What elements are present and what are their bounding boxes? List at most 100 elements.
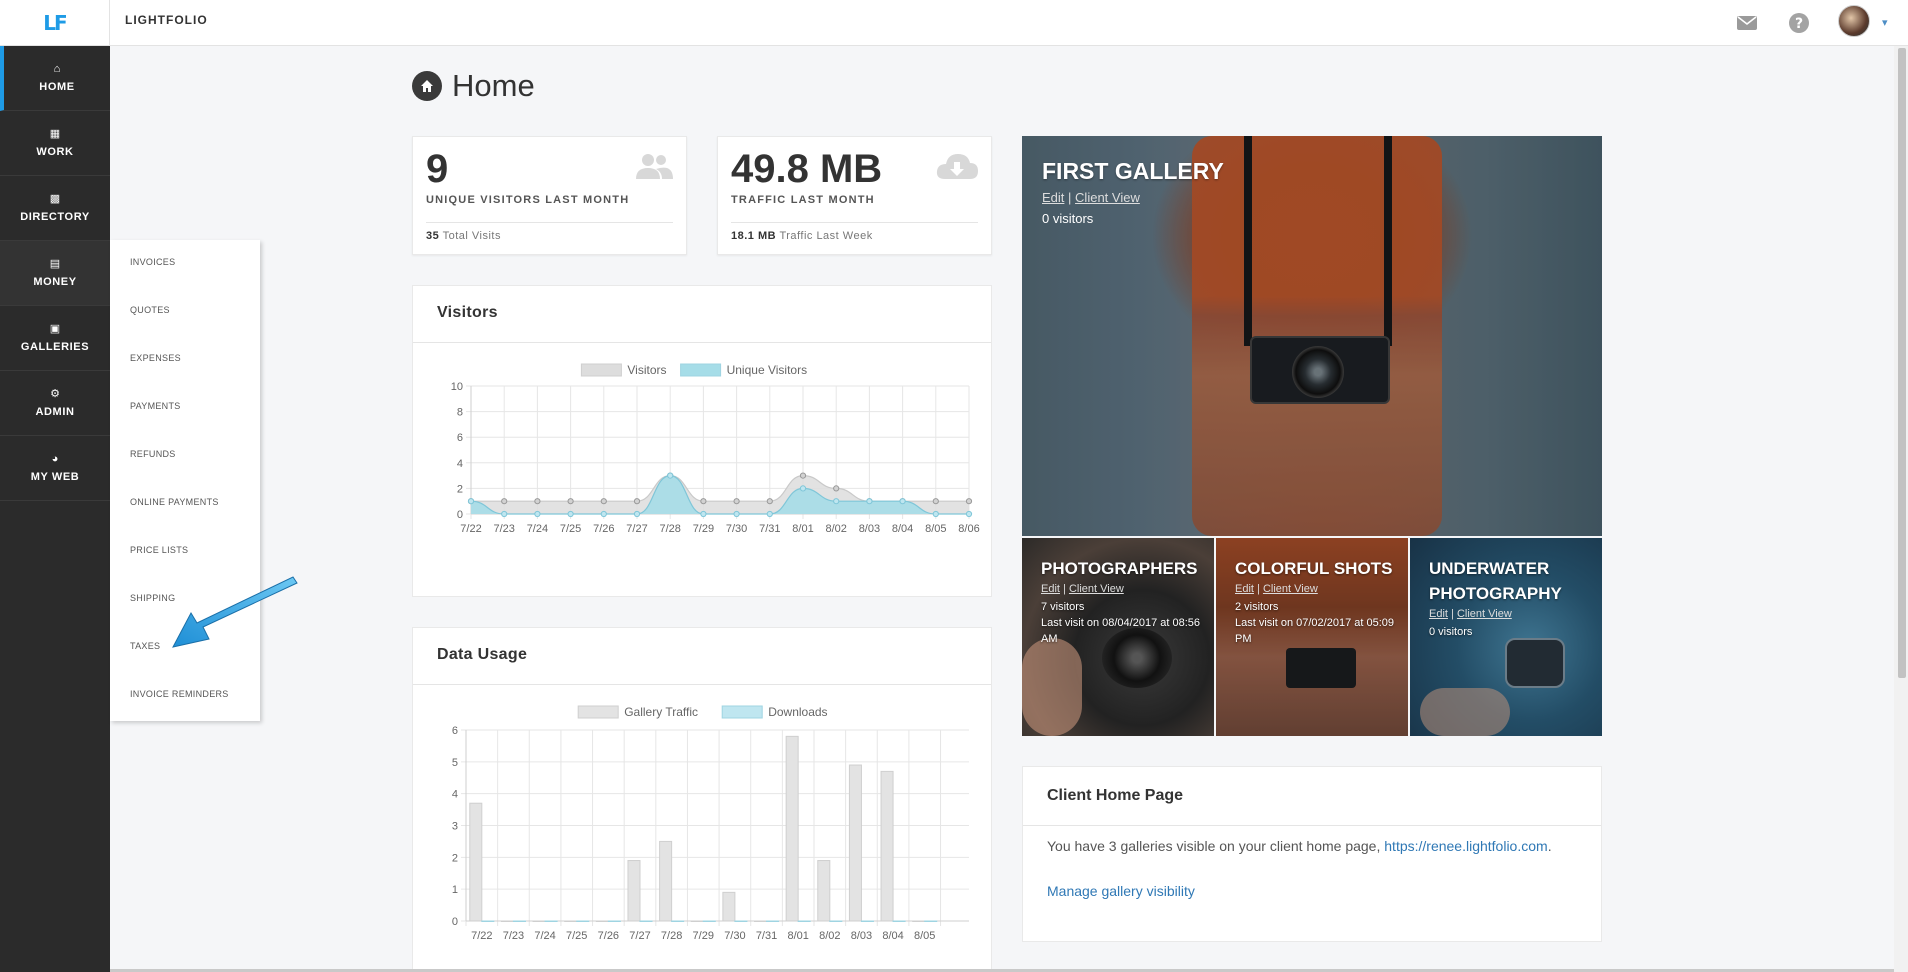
- link-separator: |: [1063, 583, 1066, 595]
- bar-gallery-traffic: [595, 920, 609, 922]
- client-home-link[interactable]: https://renee.lightfolio.com: [1384, 838, 1547, 854]
- bar-downloads: [702, 920, 716, 922]
- gallery-title[interactable]: PHOTOGRAPHERS: [1041, 556, 1204, 581]
- x-tick-label: 7/27: [626, 523, 647, 535]
- chevron-down-icon[interactable]: ▾: [1882, 16, 1888, 29]
- submenu-item-invoice-reminders[interactable]: INVOICE REMINDERS: [130, 689, 229, 699]
- legend-swatch: [680, 363, 722, 377]
- submenu-item-expenses[interactable]: EXPENSES: [130, 353, 181, 363]
- bar-downloads: [829, 920, 843, 922]
- gallery-links: Edit | Client View: [1429, 608, 1512, 620]
- sidebar-item-label: GALLERIES: [20, 341, 90, 353]
- stat-footer-value: 35: [426, 230, 440, 242]
- submenu-item-online-payments[interactable]: ONLINE PAYMENTS: [130, 497, 219, 507]
- stat-footer-text: Total Visits: [442, 230, 501, 242]
- image-icon: ▣: [49, 323, 61, 335]
- gallery-client-view-link[interactable]: Client View: [1069, 583, 1124, 595]
- gallery-client-view-link[interactable]: Client View: [1263, 583, 1318, 595]
- submenu-item-invoices[interactable]: INVOICES: [130, 257, 175, 267]
- stat-label: UNIQUE VISITORS LAST MONTH: [426, 194, 630, 206]
- gallery-client-view-link[interactable]: Client View: [1075, 190, 1140, 205]
- scrollbar-thumb[interactable]: [1898, 48, 1906, 678]
- sidebar-item-my-web[interactable]: ◕ MY WEB: [0, 436, 110, 501]
- submenu-item-payments[interactable]: PAYMENTS: [130, 401, 181, 411]
- stat-footer-text: Traffic Last Week: [779, 230, 873, 242]
- x-tick-label: 7/29: [693, 523, 714, 535]
- link-separator: |: [1068, 190, 1072, 205]
- y-tick-label: 4: [452, 789, 458, 801]
- cloud-download-icon: [935, 151, 979, 186]
- gallery-card-colorful-shots[interactable]: COLORFUL SHOTS Edit | Client View 2 visi…: [1216, 538, 1408, 736]
- gallery-image: [1022, 638, 1082, 736]
- x-tick-label: 7/25: [560, 523, 581, 535]
- gallery-title[interactable]: FIRST GALLERY: [1042, 158, 1224, 185]
- legend-swatch: [721, 705, 763, 719]
- lightfolio-logo[interactable]: LF: [43, 11, 67, 35]
- data-point: [965, 498, 973, 505]
- data-point: [534, 510, 541, 518]
- legend-label: Gallery Traffic: [624, 705, 698, 719]
- sidebar-item-work[interactable]: ▦ WORK: [0, 111, 110, 176]
- bar-gallery-traffic: [912, 920, 926, 922]
- mail-icon[interactable]: [1735, 11, 1759, 35]
- gallery-client-view-link[interactable]: Client View: [1457, 608, 1512, 620]
- x-tick-label: 8/01: [787, 930, 808, 942]
- sidebar-item-label: MONEY: [33, 276, 77, 288]
- sidebar-item-home[interactable]: ⌂ HOME: [0, 46, 110, 111]
- x-tick-label: 7/22: [471, 930, 492, 942]
- data-point: [766, 498, 773, 505]
- data-usage-chart: Gallery Traffic Downloads 0 1 2 3 4 5 6 7/22 7/23 7…: [452, 705, 969, 942]
- gallery-links: Edit | Client View: [1042, 190, 1140, 205]
- x-tick-label: 8/03: [851, 930, 872, 942]
- manage-gallery-visibility-link[interactable]: Manage gallery visibility: [1047, 883, 1195, 899]
- divider: [1023, 825, 1601, 826]
- gallery-edit-link[interactable]: Edit: [1042, 190, 1064, 205]
- x-tick-label: 8/04: [892, 523, 913, 535]
- sidebar-item-money[interactable]: ▤ MONEY: [0, 241, 110, 306]
- sidebar-item-galleries[interactable]: ▣ GALLERIES: [0, 306, 110, 371]
- sidebar-item-directory[interactable]: ▩ DIRECTORY: [0, 176, 110, 241]
- panel-title: Visitors: [437, 304, 498, 321]
- gallery-card-first-gallery[interactable]: FIRST GALLERY Edit | Client View 0 visit…: [1022, 136, 1602, 536]
- sidebar-item-admin[interactable]: ⚙ ADMIN: [0, 371, 110, 436]
- gallery-card-underwater-photography[interactable]: UNDERWATER PHOTOGRAPHY Edit | Client Vie…: [1410, 538, 1602, 736]
- x-tick-label: 7/26: [593, 523, 614, 535]
- data-point: [799, 472, 807, 479]
- help-icon[interactable]: ?: [1787, 11, 1811, 35]
- x-tick-label: 7/25: [566, 930, 587, 942]
- gallery-image: [1505, 638, 1565, 688]
- y-tick-label: 8: [457, 407, 463, 419]
- gallery-links: Edit | Client View: [1235, 583, 1318, 595]
- submenu-item-taxes[interactable]: TAXES: [130, 641, 160, 651]
- gallery-edit-link[interactable]: Edit: [1429, 608, 1448, 620]
- submenu-item-price-lists[interactable]: PRICE LISTS: [130, 545, 188, 555]
- stat-footer: 18.1 MB Traffic Last Week: [731, 230, 873, 242]
- stat-footer-value: 18.1 MB: [731, 230, 777, 242]
- gallery-title[interactable]: COLORFUL SHOTS: [1235, 556, 1398, 581]
- x-tick-label: 8/05: [925, 523, 946, 535]
- bar-gallery-traffic: [500, 920, 514, 922]
- directory-icon: ▩: [49, 193, 61, 205]
- gallery-title[interactable]: UNDERWATER PHOTOGRAPHY: [1429, 556, 1592, 606]
- logo-container[interactable]: LF: [0, 0, 110, 46]
- x-tick-label: 7/26: [598, 930, 619, 942]
- gallery-edit-link[interactable]: Edit: [1041, 583, 1060, 595]
- data-point: [667, 472, 674, 479]
- stat-card-traffic: 49.8 MB TRAFFIC LAST MONTH 18.1 MB Traff…: [717, 136, 992, 255]
- x-tick-label: 7/30: [724, 930, 745, 942]
- data-point: [700, 498, 707, 505]
- bar-downloads: [924, 920, 938, 922]
- x-tick-label: 7/27: [629, 930, 650, 942]
- data-point: [733, 498, 740, 505]
- sidebar-item-label: MY WEB: [30, 471, 80, 483]
- submenu-item-quotes[interactable]: QUOTES: [130, 305, 170, 315]
- page-header: Home: [412, 68, 535, 104]
- gallery-card-photographers[interactable]: PHOTOGRAPHERS Edit | Client View 7 visit…: [1022, 538, 1214, 736]
- avatar[interactable]: [1838, 5, 1870, 37]
- submenu-item-refunds[interactable]: REFUNDS: [130, 449, 176, 459]
- bar-gallery-traffic: [690, 920, 704, 922]
- panel-title: Data Usage: [437, 646, 528, 663]
- gallery-visitors: 0 visitors: [1042, 211, 1094, 226]
- sidebar-item-label: ADMIN: [35, 406, 75, 418]
- gallery-edit-link[interactable]: Edit: [1235, 583, 1254, 595]
